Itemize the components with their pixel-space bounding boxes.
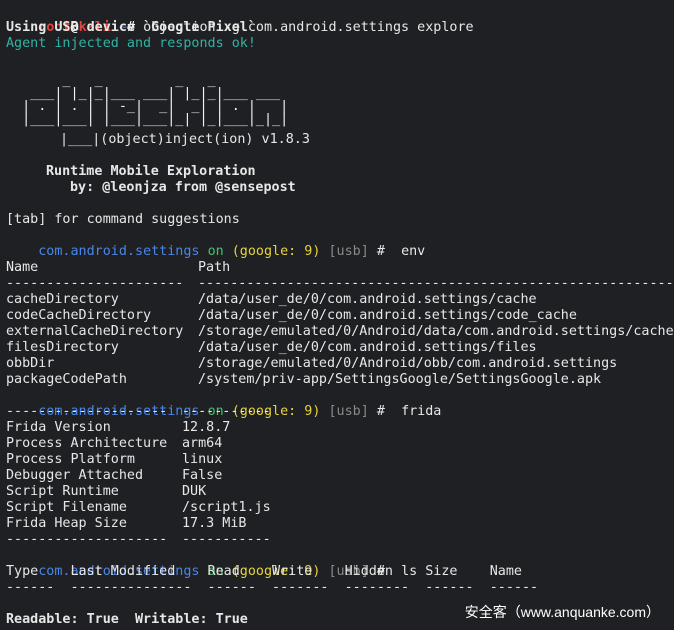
env-row-name: cacheDirectory bbox=[6, 292, 119, 307]
frida-separator-right: ----------- bbox=[182, 404, 271, 419]
env-row-path: /storage/emulated/0/Android/obb/com.andr… bbox=[198, 356, 618, 371]
terminal-window[interactable]: root@kali:~# objection -g com.android.se… bbox=[0, 0, 674, 630]
prompt-transport: [usb] bbox=[328, 244, 369, 259]
frida-row-key: Script Filename bbox=[6, 500, 127, 515]
frida-row-value: 12.8.7 bbox=[182, 420, 231, 435]
banner-byline: by: @leonjza from @sensepost bbox=[70, 180, 296, 195]
env-row-name: filesDirectory bbox=[6, 340, 119, 355]
env-separator-name: ---------------------- bbox=[6, 276, 184, 291]
agent-status-line: Agent injected and responds ok! bbox=[6, 36, 256, 51]
env-row-name: packageCodePath bbox=[6, 372, 127, 387]
env-row-name: externalCacheDirectory bbox=[6, 324, 184, 339]
objection-prompt-frida: com.android.settings on (google: 9) [usb… bbox=[6, 388, 441, 419]
env-row-name: obbDir bbox=[6, 356, 55, 371]
objection-prompt-ls: com.android.settings on (google: 9) [usb… bbox=[6, 548, 417, 579]
frida-command: frida bbox=[401, 404, 442, 419]
watermark-text: 安全客（www.anquanke.com） bbox=[464, 604, 660, 620]
prompt-device: (google: 9) bbox=[231, 244, 321, 259]
frida-row-value: linux bbox=[182, 452, 223, 467]
prompt-transport: [usb] bbox=[328, 404, 369, 419]
frida-separator-left: -------------------- bbox=[6, 404, 168, 419]
banner-version-line: |___|(object)inject(ion) v1.8.3 bbox=[60, 132, 310, 147]
hint-line: [tab] for command suggestions bbox=[6, 212, 240, 227]
objection-ascii-logo: _ _ _ _ ___| |_|_|___ ___| |_|_|___ ___ … bbox=[22, 73, 289, 127]
frida-row-value: 17.3 MiB bbox=[182, 516, 247, 531]
env-row-path: /storage/emulated/0/Android/data/com.and… bbox=[198, 324, 674, 339]
prompt-on: on bbox=[207, 244, 224, 259]
env-row-name: codeCacheDirectory bbox=[6, 308, 152, 323]
frida-row-value: False bbox=[182, 468, 223, 483]
env-col-path: Path bbox=[198, 260, 231, 275]
frida-row-key: Process Architecture bbox=[6, 436, 168, 451]
usb-device-line: Using USB device `Google Pixel` bbox=[6, 20, 256, 35]
prompt-package: com.android.settings bbox=[38, 244, 200, 259]
env-row-path: /system/priv-app/SettingsGoogle/Settings… bbox=[198, 372, 602, 387]
env-separator-path: ----------------------------------------… bbox=[198, 276, 674, 291]
env-col-name: Name bbox=[6, 260, 39, 275]
readable-writable-status: Readable: True Writable: True bbox=[6, 612, 248, 627]
ls-table-separator: ------ --------------- ------ ------- --… bbox=[6, 580, 539, 595]
objection-prompt-env: com.android.settings on (google: 9) [usb… bbox=[6, 228, 425, 259]
shell-prompt-line: root@kali:~# objection -g com.android.se… bbox=[6, 4, 473, 35]
frida-row-key: Frida Heap Size bbox=[6, 516, 127, 531]
frida-separator-right: ----------- bbox=[182, 532, 271, 547]
frida-separator-left: -------------------- bbox=[6, 532, 168, 547]
frida-row-value: DUK bbox=[182, 484, 207, 499]
env-command: env bbox=[401, 244, 426, 259]
frida-row-value: /script1.js bbox=[182, 500, 271, 515]
ls-table-header: Type Last Modified Read Write Hidden Siz… bbox=[6, 564, 522, 579]
env-row-path: /data/user_de/0/com.android.settings/cac… bbox=[198, 292, 537, 307]
frida-row-key: Frida Version bbox=[6, 420, 111, 435]
frida-row-key: Script Runtime bbox=[6, 484, 119, 499]
env-row-path: /data/user_de/0/com.android.settings/cod… bbox=[198, 308, 577, 323]
banner-title: Runtime Mobile Exploration bbox=[46, 164, 256, 179]
frida-row-key: Debugger Attached bbox=[6, 468, 144, 483]
env-row-path: /data/user_de/0/com.android.settings/fil… bbox=[198, 340, 537, 355]
prompt-hash-symbol: # bbox=[376, 404, 385, 419]
prompt-hash-symbol: # bbox=[376, 244, 385, 259]
frida-row-key: Process Platform bbox=[6, 452, 135, 467]
env-table-header: Name bbox=[6, 260, 38, 276]
frida-row-value: arm64 bbox=[182, 436, 223, 451]
